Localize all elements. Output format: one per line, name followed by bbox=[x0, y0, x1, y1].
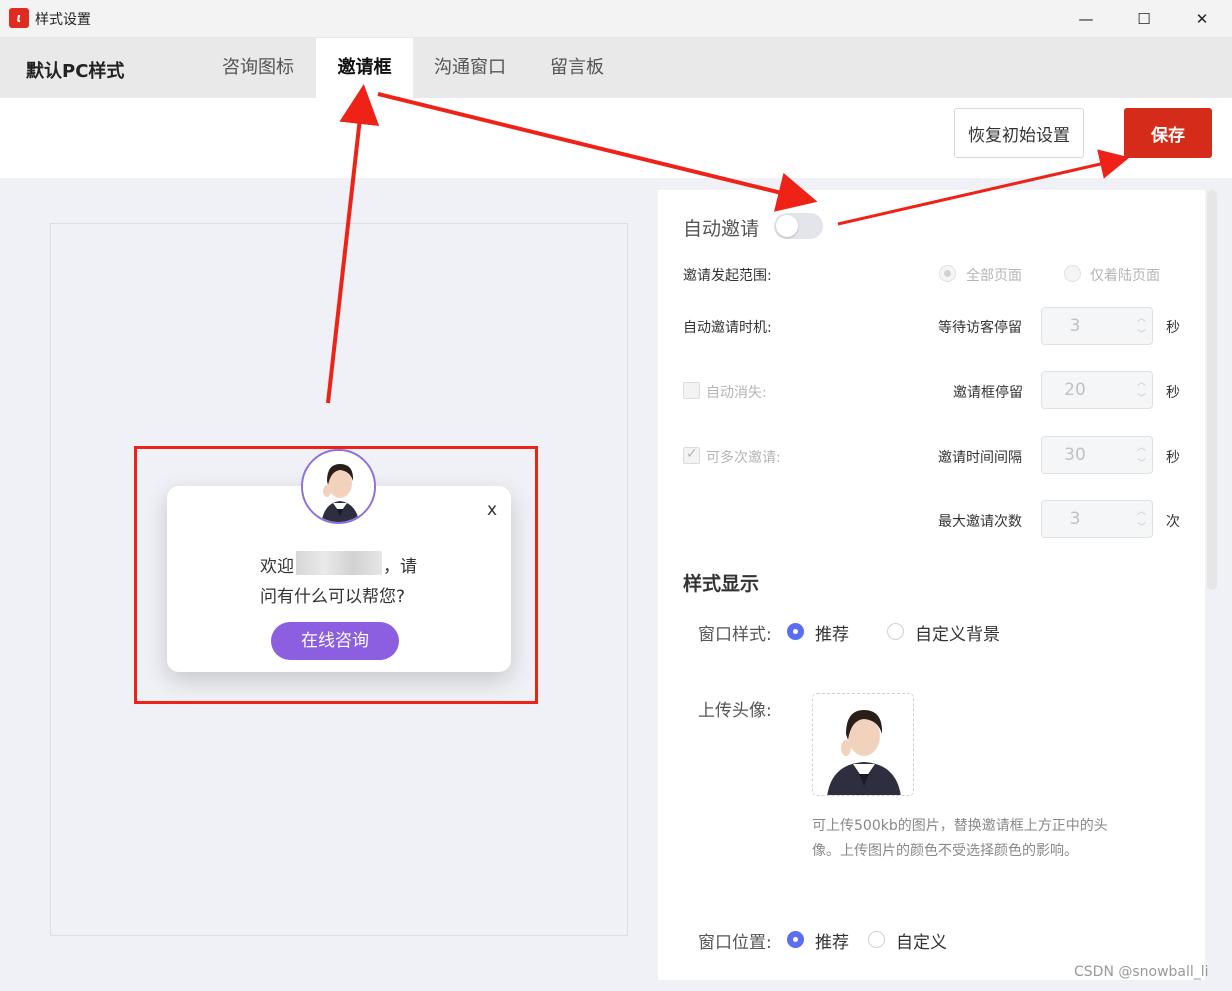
window-position-recommended-label: 推荐 bbox=[815, 933, 849, 953]
window-style-custom-radio[interactable] bbox=[887, 623, 904, 640]
app-logo-icon: ɩ bbox=[9, 8, 29, 28]
dismiss-time-stepper[interactable]: 20 ︿ ﹀ bbox=[1041, 371, 1153, 409]
watermark: CSDN @snowball_li bbox=[1074, 964, 1209, 980]
wait-time-stepper[interactable]: 3 ︿ ﹀ bbox=[1041, 307, 1153, 345]
max-invite-value: 3 bbox=[1069, 509, 1081, 529]
close-window-button[interactable]: ✕ bbox=[1173, 0, 1231, 38]
range-landing-page-radio[interactable] bbox=[1064, 265, 1081, 282]
toggle-knob bbox=[776, 215, 798, 237]
stepper-down-icon[interactable]: ﹀ bbox=[1137, 520, 1146, 533]
upload-avatar-label: 上传头像: bbox=[698, 701, 772, 721]
window-style-recommended-label: 推荐 bbox=[815, 625, 849, 645]
window-style-recommended-radio[interactable] bbox=[787, 623, 804, 640]
dismiss-stay-label: 邀请框停留 bbox=[953, 385, 1023, 401]
stepper-up-icon[interactable]: ︿ bbox=[1137, 311, 1146, 324]
tab-bar: 默认PC样式 咨询图标 邀请框 沟通窗口 留言板 bbox=[0, 38, 1232, 98]
auto-dismiss-label: 自动消失: bbox=[706, 385, 767, 401]
multi-invite-label: 可多次邀请: bbox=[706, 450, 781, 466]
tab-chat-window[interactable]: 沟通窗口 bbox=[413, 38, 527, 98]
style-section-title: 样式显示 bbox=[683, 573, 760, 595]
invite-range-label: 邀请发起范围: bbox=[683, 268, 772, 284]
stepper-down-icon[interactable]: ﹀ bbox=[1137, 456, 1146, 469]
upload-hint-line-2: 像。上传图片的颜色不受选择颜色的影响。 bbox=[812, 843, 1078, 859]
dismiss-time-value: 20 bbox=[1064, 380, 1086, 400]
range-all-pages-label: 全部页面 bbox=[966, 268, 1022, 284]
window-position-custom-radio[interactable] bbox=[868, 931, 885, 948]
stepper-up-icon[interactable]: ︿ bbox=[1137, 375, 1146, 388]
save-button[interactable]: 保存 bbox=[1124, 108, 1212, 158]
max-invite-label: 最大邀请次数 bbox=[938, 514, 1022, 530]
window-position-label: 窗口位置: bbox=[698, 933, 772, 953]
maximize-button[interactable]: ☐ bbox=[1115, 0, 1173, 38]
range-landing-page-label: 仅着陆页面 bbox=[1090, 268, 1160, 284]
reset-button[interactable]: 恢复初始设置 bbox=[954, 108, 1084, 158]
max-invite-stepper[interactable]: 3 ︿ ﹀ bbox=[1041, 500, 1153, 538]
auto-invite-label: 自动邀请 bbox=[683, 218, 760, 240]
brand-title: 默认PC样式 bbox=[26, 61, 125, 82]
annotation-red-frame bbox=[134, 446, 538, 704]
upload-hint-line-1: 可上传500kb的图片，替换邀请框上方正中的头 bbox=[812, 818, 1108, 834]
stepper-up-icon[interactable]: ︿ bbox=[1137, 504, 1146, 517]
multi-invite-checkbox[interactable] bbox=[683, 446, 700, 464]
invite-timing-label: 自动邀请时机: bbox=[683, 320, 772, 336]
invite-interval-label: 邀请时间间隔 bbox=[938, 450, 1022, 466]
wait-visitor-label: 等待访客停留 bbox=[938, 320, 1022, 336]
window-position-custom-label: 自定义 bbox=[896, 933, 947, 953]
tab-message-board[interactable]: 留言板 bbox=[527, 38, 627, 98]
settings-scrollbar[interactable] bbox=[1207, 190, 1217, 590]
max-invite-unit: 次 bbox=[1166, 514, 1180, 530]
tab-consult-icon[interactable]: 咨询图标 bbox=[200, 38, 316, 98]
auto-invite-toggle[interactable] bbox=[774, 213, 823, 239]
window-style-custom-label: 自定义背景 bbox=[915, 625, 1000, 645]
range-all-pages-radio[interactable] bbox=[939, 265, 956, 282]
stepper-up-icon[interactable]: ︿ bbox=[1137, 440, 1146, 453]
window-title: 样式设置 bbox=[35, 12, 91, 28]
title-bar: ɩ 样式设置 — ☐ ✕ bbox=[0, 0, 1232, 38]
invite-interval-stepper[interactable]: 30 ︿ ﹀ bbox=[1041, 436, 1153, 474]
stepper-down-icon[interactable]: ﹀ bbox=[1137, 327, 1146, 340]
minimize-button[interactable]: — bbox=[1057, 0, 1115, 38]
tab-invite-box[interactable]: 邀请框 bbox=[316, 38, 413, 98]
uploaded-avatar-image bbox=[813, 694, 913, 795]
avatar-upload-box[interactable] bbox=[812, 693, 914, 796]
window-position-recommended-radio[interactable] bbox=[787, 931, 804, 948]
window-style-label: 窗口样式: bbox=[698, 625, 772, 645]
auto-dismiss-checkbox[interactable] bbox=[683, 382, 700, 399]
stepper-down-icon[interactable]: ﹀ bbox=[1137, 391, 1146, 404]
wait-time-value: 3 bbox=[1069, 316, 1081, 336]
toolbar: 恢复初始设置 保存 bbox=[0, 98, 1232, 178]
wait-unit: 秒 bbox=[1166, 320, 1180, 336]
invite-interval-value: 30 bbox=[1064, 445, 1086, 465]
dismiss-unit: 秒 bbox=[1166, 385, 1180, 401]
interval-unit: 秒 bbox=[1166, 450, 1180, 466]
